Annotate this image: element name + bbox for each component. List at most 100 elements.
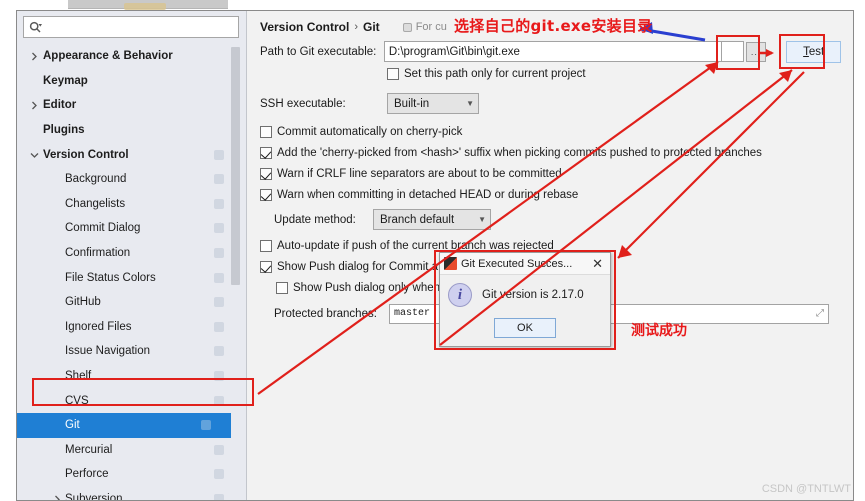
sidebar-item-mercurial[interactable]: Mercurial [17,438,246,463]
sidebar-item-confirmation[interactable]: Confirmation [17,241,246,266]
sidebar-item-label: File Status Colors [65,271,156,284]
update-method-row: Update method: Branch default ▼ [260,208,841,231]
ssh-executable-select[interactable]: Built-in ▼ [387,93,479,114]
scope-icon [402,22,412,32]
sidebar-item-file-status-colors[interactable]: File Status Colors [17,265,246,290]
path-field-tail[interactable] [722,41,744,62]
protected-branches-label: Protected branches: [274,307,377,320]
chevron-down-icon: ▼ [466,99,474,108]
expand-icon[interactable]: ⤢ [816,308,824,320]
path-to-git-label: Path to Git executable: [260,45,377,58]
sidebar-item-label: Background [65,173,127,186]
settings-modified-badge [214,248,224,259]
checkbox-label: Auto-update if push of the current branc… [277,240,554,252]
update-method-select[interactable]: Branch default ▼ [373,209,491,230]
settings-modified-badge [214,174,224,185]
test-button-label: Test [803,46,824,58]
path-to-git-row: Path to Git executable: D:\program\Git\b… [260,40,842,63]
sidebar-item-subversion[interactable]: Subversion [17,487,246,500]
set-path-only-label: Set this path only for current project [404,68,586,80]
ssh-executable-row: SSH executable: Built-in ▼ [260,92,841,115]
sidebar-scrollbar-thumb[interactable] [231,47,240,285]
sidebar-item-commit-dialog[interactable]: Commit Dialog [17,216,246,241]
settings-modified-badge [214,371,224,382]
checkbox[interactable] [260,189,272,201]
settings-modified-badge [214,198,224,209]
settings-modified-badge [214,223,224,234]
partial-window-titlebar [68,0,228,10]
checkbox[interactable] [276,282,288,294]
settings-scope-note: For cu [402,21,447,33]
sidebar-item-label: Issue Navigation [65,345,151,358]
checkbox[interactable] [260,168,272,180]
sidebar-item-github[interactable]: GitHub [17,290,246,315]
path-to-git-input[interactable]: D:\program\Git\bin\git.exe [383,41,723,62]
sidebar-item-plugins[interactable]: Plugins [17,118,246,143]
settings-modified-badge [214,493,224,500]
checkbox[interactable] [260,261,272,273]
sidebar-item-issue-navigation[interactable]: Issue Navigation [17,339,246,364]
browse-button[interactable]: ... [745,41,767,62]
sidebar-item-shelf[interactable]: Shelf [17,364,246,389]
settings-tree[interactable]: Appearance & Behavior Keymap Editor Plugins… [17,44,246,500]
update-method-value: Branch default [380,213,455,226]
set-path-only-checkbox-row[interactable]: Set this path only for current project [387,64,841,84]
chevron-right-icon[interactable] [30,52,39,61]
chevron-right-icon[interactable] [53,495,62,500]
search-icon [29,21,42,34]
dialog-titlebar: Git Executed Succes... ✕ [440,253,610,275]
breadcrumb-parent[interactable]: Version Control [260,20,349,34]
search-box[interactable] [23,16,239,38]
close-icon[interactable]: ✕ [589,257,606,270]
breadcrumb: Version Control › Git For cu [260,19,841,35]
checkbox-label: Commit automatically on cherry-pick [277,126,463,138]
set-path-only-row: Set this path only for current project [260,64,841,84]
checkbox-row[interactable]: Add the 'cherry-picked from <hash>' suff… [260,143,841,163]
info-icon: i [448,283,472,307]
sidebar-item-cvs[interactable]: CVS [17,388,246,413]
update-method-label: Update method: [274,213,356,226]
path-to-git-value: D:\program\Git\bin\git.exe [388,45,520,58]
ssh-executable-label: SSH executable: [260,97,346,110]
checkbox-row[interactable]: Warn when committing in detached HEAD or… [260,185,841,205]
settings-modified-badge [214,297,224,308]
sidebar-item-label: Mercurial [65,443,113,456]
scope-note-text: For cu [415,21,447,33]
breadcrumb-separator: › [354,21,359,33]
chevron-right-icon[interactable] [30,101,39,110]
sidebar-item-perforce[interactable]: Perforce [17,462,246,487]
checkbox-label: Add the 'cherry-picked from <hash>' suff… [277,147,762,159]
settings-modified-badge [214,395,224,406]
sidebar-item-changelists[interactable]: Changelists [17,192,246,217]
sidebar-item-label: Ignored Files [65,320,132,333]
checkbox-label: Warn if CRLF line separators are about t… [277,168,562,180]
screenshot-root: Appearance & Behavior Keymap Editor Plugins… [0,0,865,501]
dialog-body: i Git version is 2.17.0 [440,275,610,307]
dialog-ok-button[interactable]: OK [494,318,556,338]
sidebar-item-keymap[interactable]: Keymap [17,69,246,94]
protected-branches-value: master [394,308,431,319]
dialog-title: Git Executed Succes... [461,257,573,270]
titlebar-blob [124,3,166,10]
sidebar-item-version-control[interactable]: Version Control [17,142,246,167]
checkbox[interactable] [260,147,272,159]
checkbox[interactable] [260,240,272,252]
set-path-only-checkbox[interactable] [387,68,399,80]
sidebar-item-label: CVS [65,394,89,407]
sidebar-item-editor[interactable]: Editor [17,93,246,118]
sidebar-item-ignored-files[interactable]: Ignored Files [17,315,246,340]
search-input[interactable] [44,18,224,36]
sidebar-item-background[interactable]: Background [17,167,246,192]
sidebar-item-label: Appearance & Behavior [43,50,173,63]
settings-sidebar: Appearance & Behavior Keymap Editor Plugins… [17,11,247,500]
checkbox-row[interactable]: Commit automatically on cherry-pick [260,122,841,142]
sidebar-item-appearance-behavior[interactable]: Appearance & Behavior [17,44,246,69]
test-button[interactable]: Test [786,40,842,63]
sidebar-item-label: Keymap [43,74,88,87]
chevron-down-icon[interactable] [30,151,39,160]
checkbox[interactable] [260,126,272,138]
sidebar-item-label: Subversion [65,492,123,500]
sidebar-item-git[interactable]: Git [17,412,233,438]
sidebar-item-label: GitHub [65,296,101,309]
checkbox-row[interactable]: Warn if CRLF line separators are about t… [260,164,841,184]
